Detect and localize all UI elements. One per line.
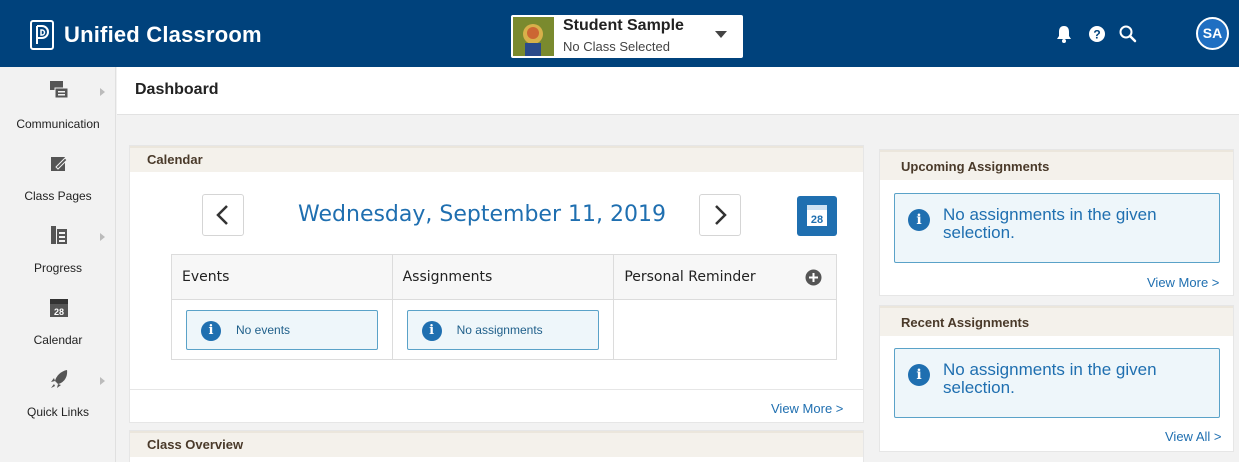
info-icon: i: [421, 320, 442, 341]
student-class: No Class Selected: [563, 39, 670, 54]
events-cell: i No events: [171, 299, 393, 360]
svg-text:28: 28: [811, 214, 823, 226]
chevron-down-icon[interactable]: [715, 31, 727, 38]
upcoming-assignments-panel: Upcoming Assignments i No assignments in…: [879, 149, 1234, 296]
svg-text:28: 28: [54, 307, 64, 317]
add-reminder-icon[interactable]: [805, 269, 822, 286]
chat-icon: [50, 81, 69, 99]
student-selector[interactable]: Student Sample No Class Selected: [511, 15, 743, 58]
sidebar-item-label: Progress: [33, 261, 83, 275]
info-icon: i: [201, 320, 221, 341]
recent-empty-text: No assignments in the given selection.: [943, 360, 1157, 397]
sidebar-item-class-pages[interactable]: Class Pages: [0, 139, 116, 211]
user-avatar[interactable]: SA: [1196, 17, 1229, 50]
gradebook-icon: [51, 226, 67, 244]
calendar-panel: Calendar Wednesday, September 11, 2019 2…: [129, 145, 864, 423]
calendar-icon: 28: [807, 205, 827, 226]
page-header: Dashboard: [117, 67, 1239, 115]
recent-assignments-panel: Recent Assignments i No assignments in t…: [879, 305, 1234, 452]
recent-empty-alert: i No assignments in the given selection.: [894, 348, 1220, 418]
page-title: Dashboard: [135, 81, 219, 98]
personal-reminder-cell: [613, 299, 837, 360]
app-title: Unified Classroom: [64, 22, 262, 47]
sidebar-item-label: Quick Links: [26, 405, 90, 419]
bell-icon[interactable]: [1054, 24, 1074, 44]
column-header-assignments: Assignments: [391, 254, 615, 300]
calendar-picker-button[interactable]: 28: [797, 196, 837, 236]
help-icon[interactable]: ?: [1087, 24, 1107, 44]
search-icon[interactable]: [1118, 24, 1138, 44]
chevron-right-icon: [100, 88, 105, 96]
assignments-cell: i No assignments: [391, 299, 615, 360]
sidebar-item-label: Class Pages: [24, 189, 92, 203]
sidebar: Communication Class Pages Progress 28 Ca…: [0, 67, 116, 462]
top-bar: Unified Classroom Student Sample No Clas…: [0, 0, 1239, 67]
rocket-icon: [51, 370, 68, 388]
sidebar-item-communication[interactable]: Communication: [0, 67, 116, 139]
divider: [130, 389, 863, 390]
no-events-alert: i No events: [186, 309, 378, 350]
upcoming-assignments-title: Upcoming Assignments: [880, 150, 1233, 180]
chevron-left-icon: [216, 205, 228, 225]
no-assignments-text: No assignments: [456, 322, 543, 337]
class-overview-panel: Class Overview: [129, 430, 864, 462]
student-name: Student Sample: [563, 17, 684, 34]
calendar-date: Wednesday, September 11, 2019: [298, 202, 666, 227]
recent-view-all-link[interactable]: View All >: [1165, 429, 1222, 444]
info-icon: i: [908, 209, 930, 231]
upcoming-empty-text: No assignments in the given selection.: [943, 205, 1157, 242]
column-header-label: Personal Reminder: [624, 269, 756, 285]
calendar-icon: 28: [50, 299, 68, 317]
recent-assignments-title: Recent Assignments: [880, 306, 1233, 336]
no-assignments-alert: i No assignments: [406, 309, 600, 350]
sidebar-item-quick-links[interactable]: Quick Links: [0, 355, 116, 427]
powerschool-logo-icon[interactable]: [30, 20, 54, 50]
column-header-personal-reminder: Personal Reminder: [613, 254, 837, 300]
edit-page-icon: [51, 157, 68, 171]
upcoming-empty-alert: i No assignments in the given selection.: [894, 193, 1220, 263]
events-table: Events Assignments Personal Reminder i N…: [171, 254, 837, 360]
prev-day-button[interactable]: [202, 194, 244, 236]
next-day-button[interactable]: [699, 194, 741, 236]
no-events-text: No events: [236, 322, 291, 337]
sidebar-item-progress[interactable]: Progress: [0, 211, 116, 283]
calendar-panel-title: Calendar: [130, 146, 863, 172]
chevron-right-icon: [715, 205, 727, 225]
sidebar-item-calendar[interactable]: 28 Calendar: [0, 283, 116, 355]
calendar-view-more-link[interactable]: View More >: [771, 401, 843, 416]
info-icon: i: [908, 364, 930, 386]
svg-text:?: ?: [1093, 28, 1100, 42]
chevron-right-icon: [100, 233, 105, 241]
sidebar-item-label: Calendar: [33, 333, 83, 347]
upcoming-view-more-link[interactable]: View More >: [1147, 275, 1219, 290]
student-avatar: [513, 17, 554, 56]
column-header-events: Events: [171, 254, 393, 300]
chevron-right-icon: [100, 377, 105, 385]
class-overview-title: Class Overview: [130, 431, 863, 457]
sidebar-item-label: Communication: [16, 117, 100, 131]
